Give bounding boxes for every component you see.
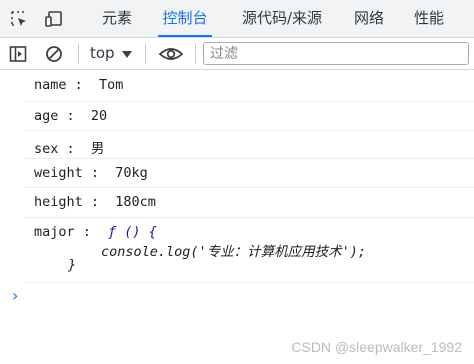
devtools-tab-bar: 元素 控制台 源代码/来源 网络 性能	[0, 0, 474, 38]
property-key: major	[34, 224, 75, 240]
tab-console[interactable]: 控制台	[158, 0, 212, 37]
console-message: height : 180cm	[24, 188, 474, 218]
property-value: Tom	[99, 77, 124, 93]
function-close: }	[68, 257, 77, 273]
property-key: height	[34, 194, 83, 210]
chevron-down-icon	[122, 51, 132, 58]
property-value: 20	[90, 108, 108, 124]
property-value: 70kg	[115, 165, 148, 181]
property-key: sex	[34, 141, 59, 157]
filter-input[interactable]	[204, 43, 468, 65]
function-body: console.log('专业：计算机应用技术');	[101, 244, 367, 260]
console-message-function: major : ƒ () { console.log('专业：计算机应用技术')…	[24, 218, 474, 283]
sidebar-toggle-icon[interactable]	[8, 44, 28, 64]
function-header: ƒ () {	[108, 224, 157, 240]
console-message: sex : 男	[24, 131, 474, 159]
context-label: top	[90, 44, 115, 62]
console-message: weight : 70kg	[24, 159, 474, 188]
tab-network[interactable]: 网络	[350, 0, 388, 37]
toolbar-separator	[145, 44, 146, 64]
console-output: name : Tom age : 20 sex : 男 weight : 70k…	[0, 71, 474, 364]
property-key: age	[34, 108, 59, 124]
property-key: weight	[34, 165, 83, 181]
tab-sources[interactable]: 源代码/来源	[237, 0, 327, 37]
console-message: age : 20	[24, 102, 474, 131]
tab-elements[interactable]: 元素	[98, 0, 136, 37]
live-expression-eye-icon[interactable]	[158, 45, 184, 63]
watermark: CSDN @sleepwalker_1992	[291, 339, 462, 355]
console-prompt-icon[interactable]: ›	[12, 286, 18, 305]
tab-performance[interactable]: 性能	[410, 0, 448, 37]
inspect-element-icon[interactable]	[9, 9, 29, 29]
toolbar-separator	[195, 44, 196, 64]
property-key: name	[34, 77, 67, 93]
clear-console-icon[interactable]	[44, 44, 64, 64]
property-value: 男	[90, 141, 105, 157]
console-toolbar: top	[0, 38, 474, 70]
console-message: name : Tom	[24, 71, 474, 102]
filter-field[interactable]	[203, 42, 469, 65]
device-toolbar-icon[interactable]	[44, 9, 64, 29]
toolbar-separator	[78, 44, 79, 64]
property-value: 180cm	[115, 194, 156, 210]
